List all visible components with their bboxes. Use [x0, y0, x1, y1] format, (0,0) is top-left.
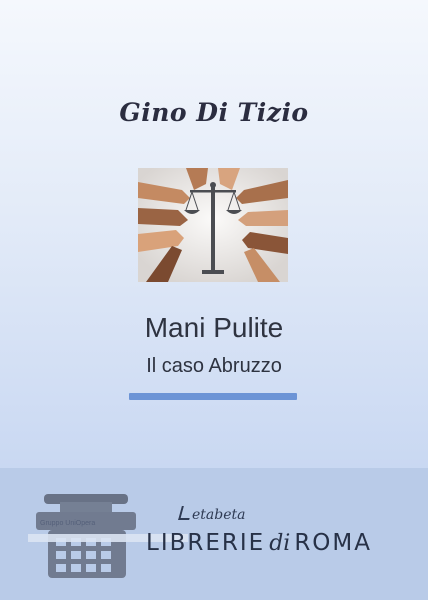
etabeta-mark-icon: [178, 506, 193, 520]
store-suffix: ROMA: [294, 530, 372, 556]
store-di: di: [269, 531, 291, 556]
book-subtitle: Il caso Abruzzo: [146, 355, 282, 377]
author-name: Gino Di Tizio: [119, 98, 309, 127]
etabeta-wordmark: etabeta: [192, 507, 246, 523]
store-wordmark: LIBRERIE di ROMA: [146, 530, 372, 556]
etabeta-logo: etabeta: [178, 506, 246, 523]
book-cover: Gino Di Tizio Mani Pulite Il caso Abruzz…: [0, 0, 428, 468]
publisher-group-label: Gruppo UniOpera: [40, 520, 96, 527]
title-underline: [129, 393, 297, 400]
book-title: Mani Pulite: [144, 312, 284, 343]
hands-scales-of-justice-image: [138, 168, 288, 282]
store-prefix: LIBRERIE: [146, 530, 266, 556]
